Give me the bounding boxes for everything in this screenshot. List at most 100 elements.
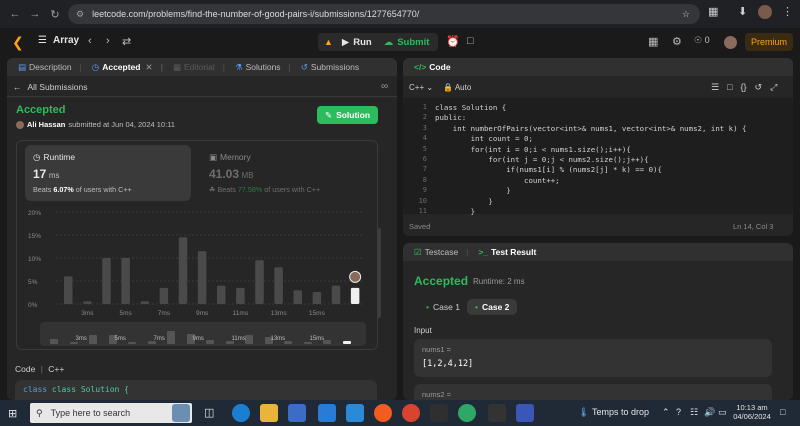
postman-icon[interactable] xyxy=(374,404,392,422)
submitted-code-preview: class class Solution { xyxy=(15,380,377,400)
tab-solutions[interactable]: ⚗ Solutions | xyxy=(230,58,296,76)
network-icon[interactable]: ☷ xyxy=(690,407,698,418)
minimap-bar xyxy=(206,340,214,344)
address-bar[interactable]: ⚙ leetcode.com/problems/find-the-number-… xyxy=(68,4,700,24)
search-placeholder: Type here to search xyxy=(50,408,131,418)
clock[interactable]: 10:13 am 04/06/2024 xyxy=(732,403,772,421)
input-nums1-value: [1,2,4,12] xyxy=(422,359,474,369)
minimap-bar xyxy=(303,341,312,344)
memory-number: 41.03 xyxy=(209,167,240,181)
code-line: } xyxy=(435,196,493,206)
terminal-app-icon[interactable] xyxy=(488,404,506,422)
minimap-bar xyxy=(245,335,253,344)
profile-avatar[interactable] xyxy=(758,5,772,19)
site-info-icon[interactable]: ⚙ xyxy=(76,9,84,20)
bar xyxy=(83,301,92,304)
shuffle-icon[interactable]: ⇄ xyxy=(122,35,131,48)
run-button[interactable]: ▶ Run xyxy=(336,37,378,48)
bookmark-star-icon[interactable]: ☆ xyxy=(682,9,690,20)
settings-gear-icon[interactable]: ⚙ xyxy=(672,35,682,48)
edge-browser-icon[interactable] xyxy=(232,404,250,422)
store-icon[interactable] xyxy=(288,404,306,422)
scrollbar-thumb[interactable] xyxy=(377,228,381,318)
line-number: 2 xyxy=(422,113,427,122)
app-green-icon[interactable] xyxy=(458,404,476,422)
fullscreen-icon[interactable]: ⤢ xyxy=(770,82,777,93)
downloads-icon[interactable]: ⬇ xyxy=(738,5,747,18)
tab-editorial[interactable]: ▦ Editorial | xyxy=(168,58,230,76)
tab-description[interactable]: ▤ Description | xyxy=(13,58,87,76)
windows-start-icon[interactable]: ⊞ xyxy=(8,407,17,420)
weather-text[interactable]: Temps to drop xyxy=(592,407,649,417)
tab-accepted[interactable]: ◷ Accepted ✕ | xyxy=(87,58,168,76)
file-explorer-icon[interactable] xyxy=(260,404,278,422)
case-2-tab[interactable]: • Case 2 xyxy=(467,299,518,315)
layout-grid-icon[interactable]: ▦ xyxy=(648,35,658,48)
premium-button[interactable]: Premium xyxy=(745,33,793,51)
runtime-distribution-chart[interactable]: 20% 15% 10% 5% 0% 3ms 5ms 7ms 9ms 11ms 13ms 15ms xyxy=(16,208,378,318)
streak-counter[interactable]: ☉ 0 xyxy=(694,35,710,46)
case-1-tab[interactable]: • Case 1 xyxy=(418,299,468,315)
terminal-icon: >_ xyxy=(478,247,489,257)
debug-icon[interactable]: ▲ xyxy=(318,37,336,47)
bar xyxy=(197,251,207,304)
leetcode-logo[interactable]: ❮ xyxy=(12,34,26,50)
battery-icon[interactable]: ▭ xyxy=(718,407,727,418)
x-tick-label: 3ms xyxy=(81,310,94,317)
lock-icon: 🔒 xyxy=(443,83,454,92)
x-tick-label: 5ms xyxy=(119,310,132,317)
memory-title[interactable]: ▣ Memory xyxy=(209,152,251,163)
menu-kebab-icon[interactable]: ⋮ xyxy=(782,5,793,18)
task-view-icon[interactable]: ◫ xyxy=(204,406,222,424)
runtime-card[interactable]: ◷ Runtime 17 ms Beats 6.07% of users with… xyxy=(25,145,191,201)
line-number: 5 xyxy=(422,144,427,153)
code-line: public: xyxy=(435,113,467,123)
testcase-tab-label: Testcase xyxy=(424,247,459,257)
search-highlight-icon[interactable] xyxy=(172,404,190,422)
line-number: 1 xyxy=(422,103,427,111)
tab-testcase[interactable]: ☑ Testcase | xyxy=(409,243,473,261)
volume-icon[interactable]: 🔊 xyxy=(704,407,715,418)
format-icon[interactable]: ☰ xyxy=(711,82,719,93)
tab-code[interactable]: </> Code xyxy=(409,58,456,76)
close-tab-icon[interactable]: ✕ xyxy=(145,62,152,73)
reload-icon[interactable]: ↻ xyxy=(46,5,64,23)
extensions-icon[interactable]: ▦ xyxy=(708,5,718,18)
language-select[interactable]: C++ ⌄ xyxy=(409,83,433,92)
all-submissions-link[interactable]: ← All Submissions xyxy=(13,82,88,92)
braces-icon[interactable]: {} xyxy=(741,82,747,93)
submit-button[interactable]: ☁ Submit xyxy=(378,37,436,48)
tab-test-result[interactable]: >_ Test Result xyxy=(473,243,541,261)
tab-submissions[interactable]: ↺ Submissions xyxy=(296,58,364,76)
user-avatar[interactable] xyxy=(724,36,737,49)
notes-icon[interactable]: □ xyxy=(467,35,474,47)
prev-problem-icon[interactable]: ‹ xyxy=(88,35,92,47)
auto-mode-toggle[interactable]: 🔒 Auto xyxy=(443,83,471,92)
solution-button[interactable]: ✎ Solution xyxy=(317,106,378,124)
mail-icon[interactable] xyxy=(318,404,336,422)
dev-app-icon[interactable] xyxy=(516,404,534,422)
tray-chevron-icon[interactable]: ⌃ xyxy=(662,407,670,418)
distribution-minimap[interactable]: 3ms 5ms 7ms 9ms 11ms 13ms 15ms xyxy=(40,322,366,346)
reset-icon[interactable]: ↺ xyxy=(755,82,763,93)
author-name[interactable]: Ali Hassan xyxy=(27,120,65,129)
next-problem-icon[interactable]: › xyxy=(106,35,110,47)
problem-list-button[interactable]: ☰ Array xyxy=(38,35,79,46)
bookmark-icon[interactable]: □ xyxy=(727,82,732,93)
submit-label: Submit xyxy=(397,36,430,48)
bar xyxy=(159,287,169,304)
vscode-icon[interactable] xyxy=(346,404,364,422)
timer-icon[interactable]: ⏰ xyxy=(446,35,460,48)
taskbar-search[interactable]: ⚲ Type here to search xyxy=(30,403,192,423)
forward-icon[interactable]: → xyxy=(26,5,44,23)
auto-label: Auto xyxy=(454,83,472,92)
back-icon[interactable]: ← xyxy=(6,5,24,23)
notifications-icon[interactable]: □ xyxy=(780,407,785,417)
description-icon: ▤ xyxy=(18,61,27,72)
code-line: class Solution { xyxy=(435,103,507,112)
chrome-icon[interactable] xyxy=(402,404,420,422)
help-icon[interactable]: ? xyxy=(676,407,681,417)
app-icon[interactable] xyxy=(430,404,448,422)
tab-accepted-label: Accepted xyxy=(102,62,141,72)
link-share-icon[interactable]: ∞ xyxy=(381,81,388,92)
